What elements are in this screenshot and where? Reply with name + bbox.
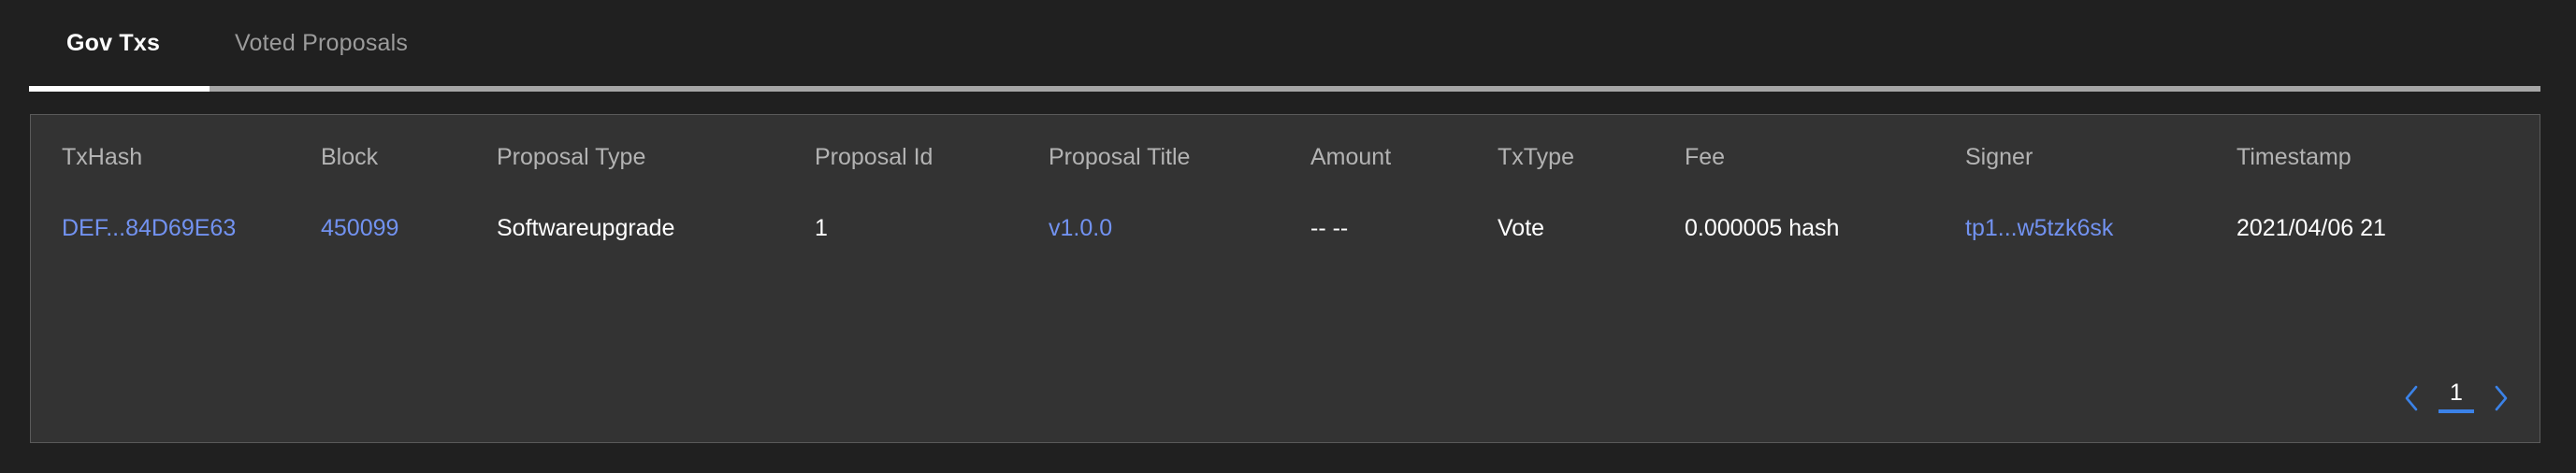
column-header-signer: Signer [1965,143,2033,170]
table-row: DEF...84D69E63 450099 Softwareupgrade 1 … [31,199,2541,257]
block-link[interactable]: 450099 [321,215,398,241]
tab-active-indicator [29,86,210,92]
column-header-amount: Amount [1310,143,1392,170]
tab-gov-txs[interactable]: Gov Txs [29,0,197,86]
tab-gov-txs-label: Gov Txs [66,29,161,56]
txhash-link[interactable]: DEF...84D69E63 [62,215,236,241]
tab-voted-proposals[interactable]: Voted Proposals [197,0,445,86]
cell-txhash: DEF...84D69E63 [31,199,321,257]
table-header: TxHash Block Proposal Type Proposal Id P… [31,115,2541,199]
cell-block: 450099 [321,199,497,257]
cell-proposal-type: Softwareupgrade [497,214,675,241]
column-header-txhash: TxHash [62,143,143,170]
pagination-page-1[interactable]: 1 [2439,378,2474,419]
gov-txs-table: TxHash Block Proposal Type Proposal Id P… [31,115,2541,257]
pagination-next-button[interactable] [2487,380,2515,417]
pagination: 1 [2397,377,2515,420]
column-header-timestamp: Timestamp [2236,143,2352,170]
cell-proposal-id: 1 [815,214,828,241]
column-header-proposal-id: Proposal Id [815,143,933,170]
tab-underline-track [29,86,2540,92]
tab-list: Gov Txs Voted Proposals [29,0,445,86]
column-header-block: Block [321,143,379,170]
pagination-page-number: 1 [2450,380,2463,406]
table-body: DEF...84D69E63 450099 Softwareupgrade 1 … [31,199,2541,257]
chevron-left-icon [2402,384,2421,412]
cell-amount: -- -- [1310,214,1349,241]
tab-bar: Gov Txs Voted Proposals [0,0,2576,114]
chevron-right-icon [2492,384,2511,412]
proposal-title-link[interactable]: v1.0.0 [1049,215,1112,241]
column-header-proposal-type: Proposal Type [497,143,646,170]
cell-signer: tp1...w5tzk6sk [1965,199,2236,257]
table-header-row: TxHash Block Proposal Type Proposal Id P… [31,115,2541,199]
cell-timestamp: 2021/04/06 21 [2236,214,2386,241]
column-header-txtype: TxType [1498,143,1574,170]
cell-proposal-title: v1.0.0 [1049,199,1310,257]
column-header-fee: Fee [1685,143,1726,170]
signer-link[interactable]: tp1...w5tzk6sk [1965,215,2113,241]
column-header-proposal-title: Proposal Title [1049,143,1191,170]
cell-txtype: Vote [1498,214,1545,241]
pagination-prev-button[interactable] [2397,380,2425,417]
tab-voted-proposals-label: Voted Proposals [235,29,409,56]
gov-txs-card: TxHash Block Proposal Type Proposal Id P… [30,114,2540,443]
cell-fee: 0.000005 hash [1685,214,1840,241]
